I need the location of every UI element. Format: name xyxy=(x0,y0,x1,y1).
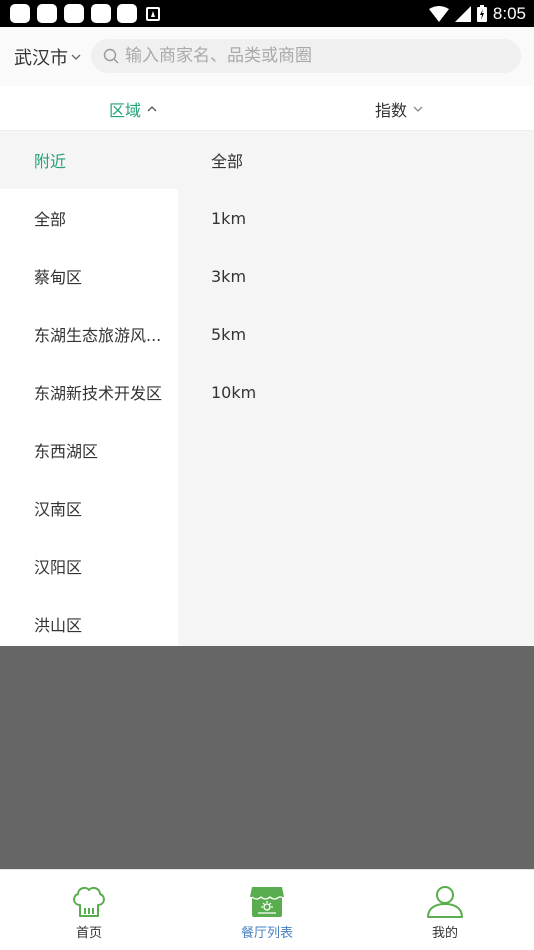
bottom-nav: 首页 餐厅列表 我的 xyxy=(0,869,534,950)
tab-region-label: 区域 xyxy=(109,100,142,120)
notification-icon xyxy=(37,4,57,23)
distance-item[interactable]: 1km xyxy=(178,189,534,247)
district-label: 洪山区 xyxy=(34,616,83,635)
distance-item[interactable]: 3km xyxy=(178,247,534,305)
app-notification-icon xyxy=(146,7,160,21)
district-item[interactable]: 东湖生态旅游风... xyxy=(0,305,178,363)
status-bar: 8:05 xyxy=(0,0,534,27)
district-label: 东西湖区 xyxy=(34,442,99,461)
distance-label: 1km xyxy=(211,208,247,228)
distance-label: 3km xyxy=(211,266,247,286)
nav-home-label: 首页 xyxy=(75,926,102,941)
nav-profile[interactable]: 我的 xyxy=(385,870,505,950)
district-item[interactable]: 洪山区 xyxy=(0,595,178,653)
district-label: 汉阳区 xyxy=(34,558,83,577)
district-label: 全部 xyxy=(34,210,67,229)
city-selector[interactable]: 武汉市 xyxy=(14,44,81,70)
user-icon xyxy=(427,886,463,918)
tab-index-label: 指数 xyxy=(375,100,408,120)
status-time: 8:05 xyxy=(492,3,526,23)
notification-icon xyxy=(10,4,30,23)
nav-home[interactable]: 首页 xyxy=(29,870,149,950)
signal-icon xyxy=(454,5,471,22)
district-label: 汉南区 xyxy=(34,500,83,519)
notification-icon xyxy=(91,4,111,23)
tab-index[interactable]: 指数 xyxy=(375,86,423,131)
distance-item[interactable]: 全部 xyxy=(178,131,534,189)
chevron-down-icon xyxy=(71,54,81,60)
distance-label: 全部 xyxy=(211,152,244,171)
nav-profile-label: 我的 xyxy=(431,926,458,941)
chevron-up-icon xyxy=(147,105,157,111)
district-label: 附近 xyxy=(34,152,67,171)
district-item[interactable]: 汉阳区 xyxy=(0,537,178,595)
region-dropdown-panel: 附近 全部 蔡甸区 东湖生态旅游风... 东湖新技术开发区 东西湖区 汉南区 汉… xyxy=(0,131,534,646)
search-header: 武汉市 xyxy=(0,27,534,86)
chevron-down-icon xyxy=(413,106,423,112)
district-item-nearby[interactable]: 附近 xyxy=(0,131,178,189)
notification-icon xyxy=(64,4,84,23)
notification-icon xyxy=(117,4,137,23)
district-item[interactable]: 汉南区 xyxy=(0,479,178,537)
distance-item[interactable]: 5km xyxy=(178,305,534,363)
tab-region[interactable]: 区域 xyxy=(109,86,157,131)
wifi-icon xyxy=(428,5,449,22)
search-input[interactable] xyxy=(125,46,505,66)
district-item[interactable]: 蔡甸区 xyxy=(0,247,178,305)
district-item[interactable]: 全部 xyxy=(0,189,178,247)
distance-list: 全部 1km 3km 5km 10km xyxy=(178,131,534,646)
nav-restaurant-list-label: 餐厅列表 xyxy=(240,926,293,941)
city-label: 武汉市 xyxy=(14,48,68,69)
search-icon xyxy=(103,48,119,64)
battery-icon xyxy=(476,5,487,22)
district-item[interactable]: 东湖新技术开发区 xyxy=(0,363,178,421)
restaurant-icon xyxy=(250,887,284,917)
chef-hat-icon xyxy=(73,886,105,917)
district-label: 东湖生态旅游风... xyxy=(34,326,162,345)
district-label: 蔡甸区 xyxy=(34,268,83,287)
dropdown-overlay[interactable] xyxy=(0,646,534,869)
district-item[interactable]: 东西湖区 xyxy=(0,421,178,479)
filter-bar: 区域 指数 xyxy=(0,86,534,131)
distance-item[interactable]: 10km xyxy=(178,363,534,421)
distance-label: 10km xyxy=(211,382,257,402)
distance-label: 5km xyxy=(211,324,247,344)
district-label: 东湖新技术开发区 xyxy=(34,384,163,403)
district-list: 附近 全部 蔡甸区 东湖生态旅游风... 东湖新技术开发区 东西湖区 汉南区 汉… xyxy=(0,131,178,646)
search-bar[interactable] xyxy=(91,39,521,73)
nav-restaurant-list[interactable]: 餐厅列表 xyxy=(207,870,327,950)
